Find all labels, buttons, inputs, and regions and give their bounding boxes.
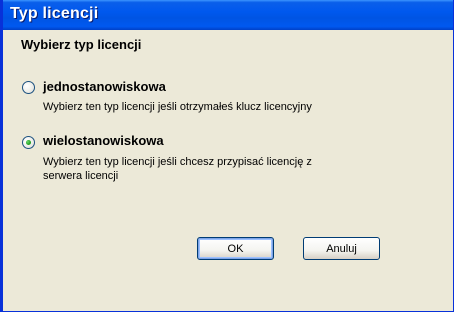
ok-button[interactable]: OK <box>197 237 274 260</box>
option-description-single-seat: Wybierz ten typ licencji jeśli otrzymałe… <box>43 101 312 113</box>
radio-single-seat[interactable] <box>22 81 35 94</box>
radio-selected-indicator <box>26 140 31 145</box>
section-heading: Wybierz typ licencji <box>21 37 142 52</box>
option-description-multi-seat-line2: serwera licencji <box>43 170 119 182</box>
option-label-single-seat[interactable]: jednostanowiskowa <box>43 79 166 94</box>
option-description-multi-seat-line1: Wybierz ten typ licencji jeśli chcesz pr… <box>43 156 312 168</box>
title-bar[interactable]: Typ licencji <box>3 0 453 30</box>
license-type-dialog: Typ licencji Wybierz typ licencji jednos… <box>0 0 454 312</box>
dialog-title: Typ licencji <box>10 5 99 22</box>
cancel-button[interactable]: Anuluj <box>303 237 380 260</box>
radio-multi-seat[interactable] <box>22 136 35 149</box>
option-label-multi-seat[interactable]: wielostanowiskowa <box>43 133 164 148</box>
